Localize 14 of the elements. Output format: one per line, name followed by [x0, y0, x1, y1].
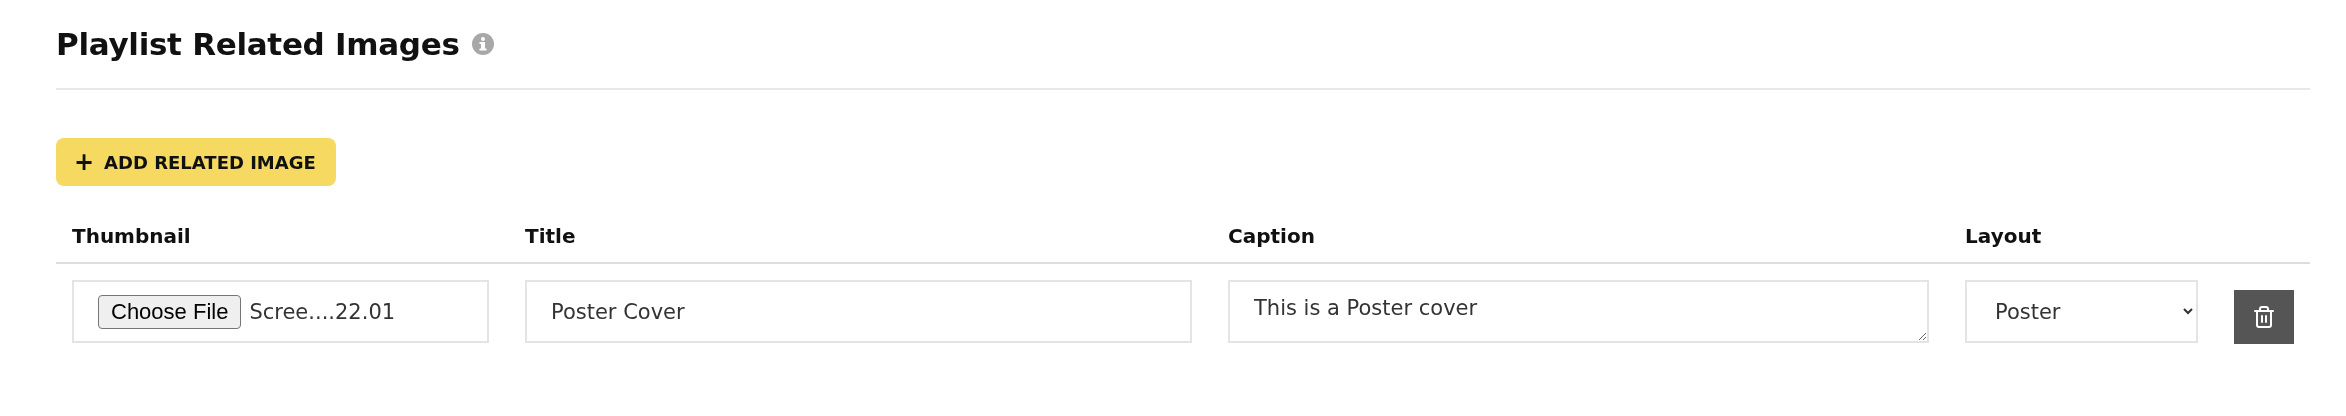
- column-header: Thumbnail: [72, 224, 192, 248]
- column-header: Layout: [1965, 224, 2043, 248]
- title-field[interactable]: Poster Cover: [525, 280, 1192, 343]
- file-field[interactable]: Choose File Scree....22.01: [72, 280, 489, 343]
- file-name: Scree....22.01: [249, 299, 396, 324]
- trash-icon: [2252, 305, 2276, 329]
- choose-file-button[interactable]: Choose File: [98, 294, 242, 329]
- section-title: Playlist Related Images: [56, 26, 460, 62]
- layout-select[interactable]: Poster: [1965, 280, 2198, 343]
- column-header: Caption: [1228, 224, 1316, 248]
- delete-button[interactable]: [2234, 290, 2294, 344]
- add-related-image-button[interactable]: + ADD RELATED IMAGE: [56, 138, 336, 186]
- column-header: Title: [525, 224, 577, 248]
- caption-field[interactable]: This is a Poster cover: [1228, 280, 1929, 343]
